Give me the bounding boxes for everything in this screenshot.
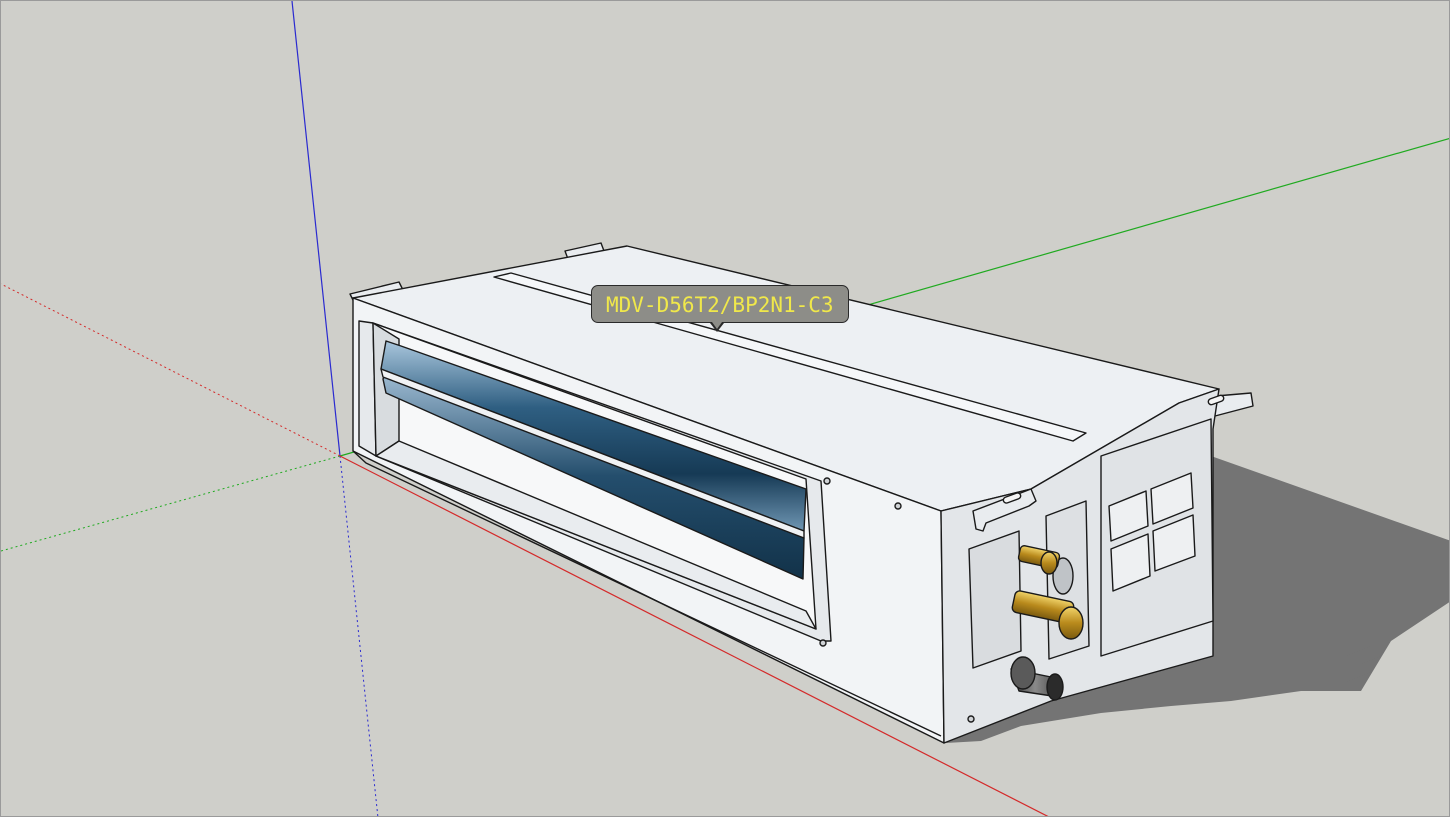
screw [819,639,827,647]
scene-canvas[interactable] [1,1,1450,817]
component-name-tooltip: MDV-D56T2/BP2N1-C3 [591,285,849,332]
blue-axis-solid [291,1,341,457]
tooltip-label: MDV-D56T2/BP2N1-C3 [606,293,834,317]
screw [823,477,831,485]
screw [967,715,975,723]
modeling-viewport[interactable]: MDV-D56T2/BP2N1-C3 [0,0,1450,817]
piping-panel [968,530,1022,669]
green-axis-dotted [1,455,341,552]
screw [894,502,902,510]
red-axis-dotted [1,283,341,457]
blue-axis-dotted [339,455,379,816]
